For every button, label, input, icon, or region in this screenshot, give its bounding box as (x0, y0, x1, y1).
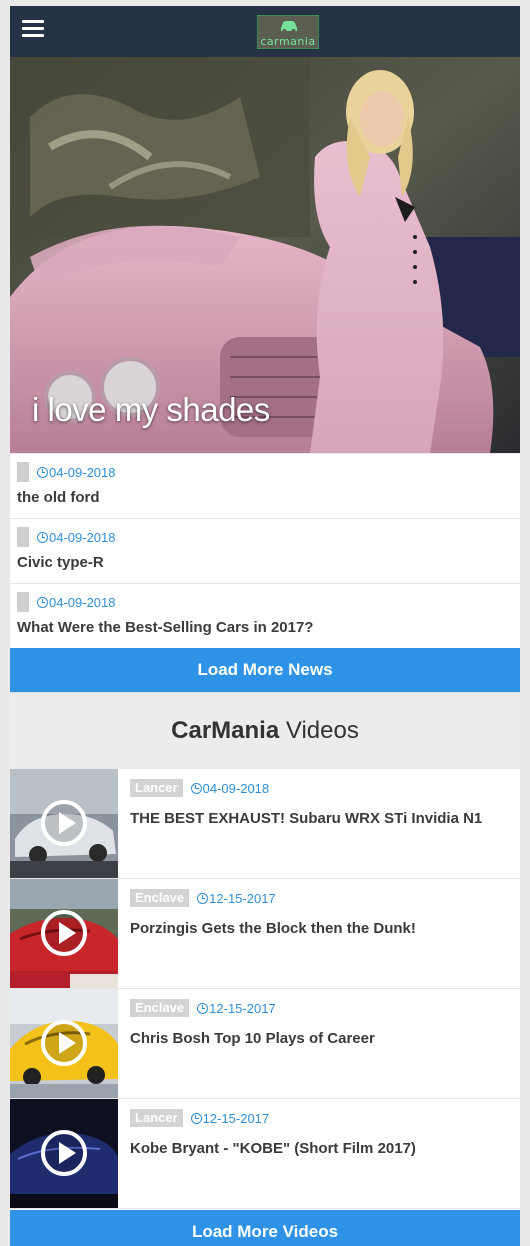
hero-banner[interactable]: i love my shades (10, 57, 520, 453)
car-logo-icon (281, 21, 297, 33)
video-title[interactable]: Chris Bosh Top 10 Plays of Career (130, 1030, 375, 1047)
news-item[interactable]: 04-09-2018 What Were the Best-Selling Ca… (10, 583, 520, 648)
video-date: 04-09-2018 (190, 781, 269, 796)
video-title[interactable]: THE BEST EXHAUST! Subaru WRX STi Invidia… (130, 810, 482, 827)
clock-icon (190, 1112, 202, 1124)
clock-icon (197, 892, 209, 904)
load-more-news-button[interactable]: Load More News (10, 648, 520, 692)
video-item[interactable]: Enclave 12-15-2017 Porzingis Gets the Bl… (10, 879, 520, 989)
video-category-badge[interactable]: Enclave (130, 999, 190, 1017)
news-title[interactable]: What Were the Best-Selling Cars in 2017? (17, 619, 513, 636)
news-title[interactable]: the old ford (17, 489, 513, 506)
clock-icon (37, 466, 48, 478)
hero-caption: i love my shades (32, 391, 270, 428)
logo-text: carmania (260, 35, 316, 48)
load-more-videos-button[interactable]: Load More Videos (10, 1210, 520, 1246)
play-icon[interactable] (41, 1130, 87, 1176)
clock-icon (190, 782, 202, 794)
video-date: 12-15-2017 (197, 891, 276, 906)
clock-icon (197, 1002, 209, 1014)
news-date: 04-09-2018 (37, 465, 116, 480)
video-category-badge[interactable]: Enclave (130, 889, 190, 907)
news-item[interactable]: 04-09-2018 the old ford (10, 453, 520, 518)
carmania-logo[interactable]: carmania (257, 15, 319, 49)
play-icon[interactable] (41, 1020, 87, 1066)
video-date: 12-15-2017 (197, 1001, 276, 1016)
video-item[interactable]: Lancer 12-15-2017 Kobe Bryant - "KOBE" (… (10, 1099, 520, 1209)
video-category-badge[interactable]: Lancer (130, 1109, 183, 1127)
video-thumbnail[interactable] (10, 879, 118, 988)
news-category-badge (17, 527, 29, 547)
videos-section-label: Videos (285, 717, 359, 744)
clock-icon (37, 596, 48, 608)
news-item[interactable]: 04-09-2018 Civic type-R (10, 518, 520, 583)
videos-section-title: CarMania Videos (10, 692, 520, 769)
video-title[interactable]: Kobe Bryant - "KOBE" (Short Film 2017) (130, 1140, 416, 1157)
menu-icon[interactable] (22, 20, 44, 40)
video-list: Lancer 04-09-2018 THE BEST EXHAUST! Suba… (10, 769, 520, 1209)
video-date: 12-15-2017 (190, 1111, 269, 1126)
play-icon[interactable] (41, 800, 87, 846)
news-list: 04-09-2018 the old ford 04-09-2018 Civic… (10, 453, 520, 648)
video-category-badge[interactable]: Lancer (130, 779, 183, 797)
news-date: 04-09-2018 (37, 530, 116, 545)
video-title[interactable]: Porzingis Gets the Block then the Dunk! (130, 920, 416, 937)
navbar: carmania (10, 6, 520, 57)
app-frame: carmania i love my shades 04-09-2018 the… (10, 6, 520, 1246)
clock-icon (37, 531, 48, 543)
news-title[interactable]: Civic type-R (17, 554, 513, 571)
play-icon[interactable] (41, 910, 87, 956)
news-category-badge (17, 462, 29, 482)
video-thumbnail[interactable] (10, 769, 118, 878)
video-thumbnail[interactable] (10, 989, 118, 1098)
video-item[interactable]: Lancer 04-09-2018 THE BEST EXHAUST! Suba… (10, 769, 520, 879)
video-thumbnail[interactable] (10, 1099, 118, 1208)
news-date: 04-09-2018 (37, 595, 116, 610)
news-category-badge (17, 592, 29, 612)
video-item[interactable]: Enclave 12-15-2017 Chris Bosh Top 10 Pla… (10, 989, 520, 1099)
videos-section-brand: CarMania (171, 717, 280, 744)
